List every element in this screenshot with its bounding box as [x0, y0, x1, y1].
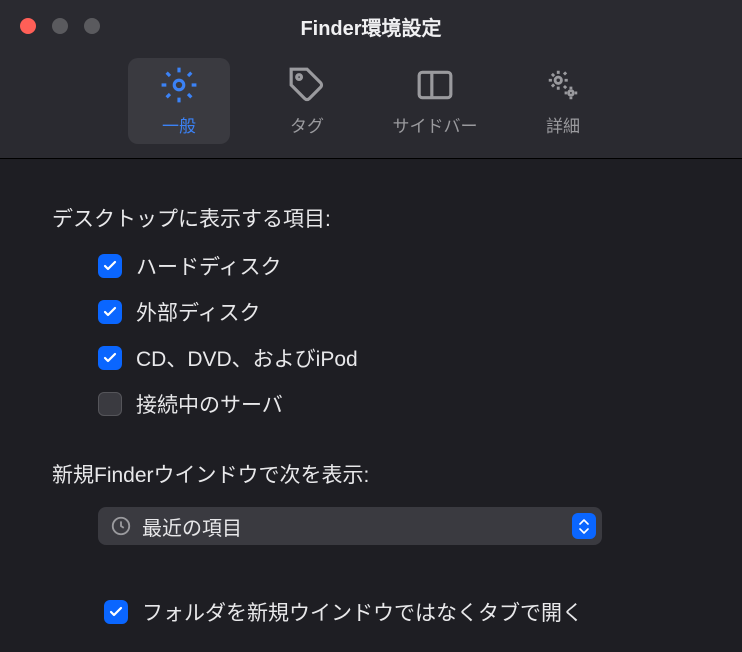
checkbox-label: 接続中のサーバ: [136, 389, 283, 419]
checkbox-connected-servers[interactable]: 接続中のサーバ: [98, 389, 690, 419]
tab-sidebar[interactable]: サイドバー: [384, 58, 486, 144]
checkbox-icon: [98, 392, 122, 416]
checkbox-label: フォルダを新規ウインドウではなくタブで開く: [142, 597, 583, 627]
gears-icon: [544, 66, 582, 104]
chevron-up-down-icon: [572, 513, 596, 539]
checkbox-icon: [104, 600, 128, 624]
gear-icon: [160, 66, 198, 104]
tab-tags[interactable]: タグ: [256, 58, 358, 144]
maximize-button[interactable]: [84, 18, 100, 34]
tag-icon: [288, 66, 326, 104]
checkbox-label: 外部ディスク: [136, 297, 261, 327]
checkbox-label: ハードディスク: [136, 251, 282, 281]
checkbox-cds-dvds-ipods[interactable]: CD、DVD、およびiPod: [98, 343, 690, 373]
content: デスクトップに表示する項目: ハードディスク 外部ディスク CD、DVD、および…: [0, 159, 742, 627]
dropdown-selected: 最近の項目: [142, 512, 572, 541]
new-window-dropdown[interactable]: 最近の項目: [98, 507, 602, 545]
new-window-label: 新規Finderウインドウで次を表示:: [52, 459, 690, 489]
tab-label: 一般: [162, 112, 196, 137]
desktop-items-label: デスクトップに表示する項目:: [52, 203, 690, 233]
traffic-lights: [20, 18, 100, 34]
titlebar: Finder環境設定: [0, 0, 742, 52]
toolbar: 一般 タグ サイドバー 詳細: [0, 52, 742, 159]
checkbox-label: CD、DVD、およびiPod: [136, 343, 358, 373]
checkbox-hard-disks[interactable]: ハードディスク: [98, 251, 690, 281]
clock-icon: [110, 515, 132, 537]
window-title: Finder環境設定: [300, 12, 441, 41]
tab-label: サイドバー: [393, 112, 478, 137]
checkbox-icon: [98, 300, 122, 324]
checkbox-icon: [98, 254, 122, 278]
tab-label: 詳細: [546, 112, 580, 137]
tab-advanced[interactable]: 詳細: [512, 58, 614, 144]
checkbox-external-disks[interactable]: 外部ディスク: [98, 297, 690, 327]
checkbox-icon: [98, 346, 122, 370]
close-button[interactable]: [20, 18, 36, 34]
sidebar-icon: [416, 66, 454, 104]
checkbox-open-in-tabs[interactable]: フォルダを新規ウインドウではなくタブで開く: [104, 597, 690, 627]
tab-general[interactable]: 一般: [128, 58, 230, 144]
tab-label: タグ: [290, 112, 324, 137]
minimize-button[interactable]: [52, 18, 68, 34]
